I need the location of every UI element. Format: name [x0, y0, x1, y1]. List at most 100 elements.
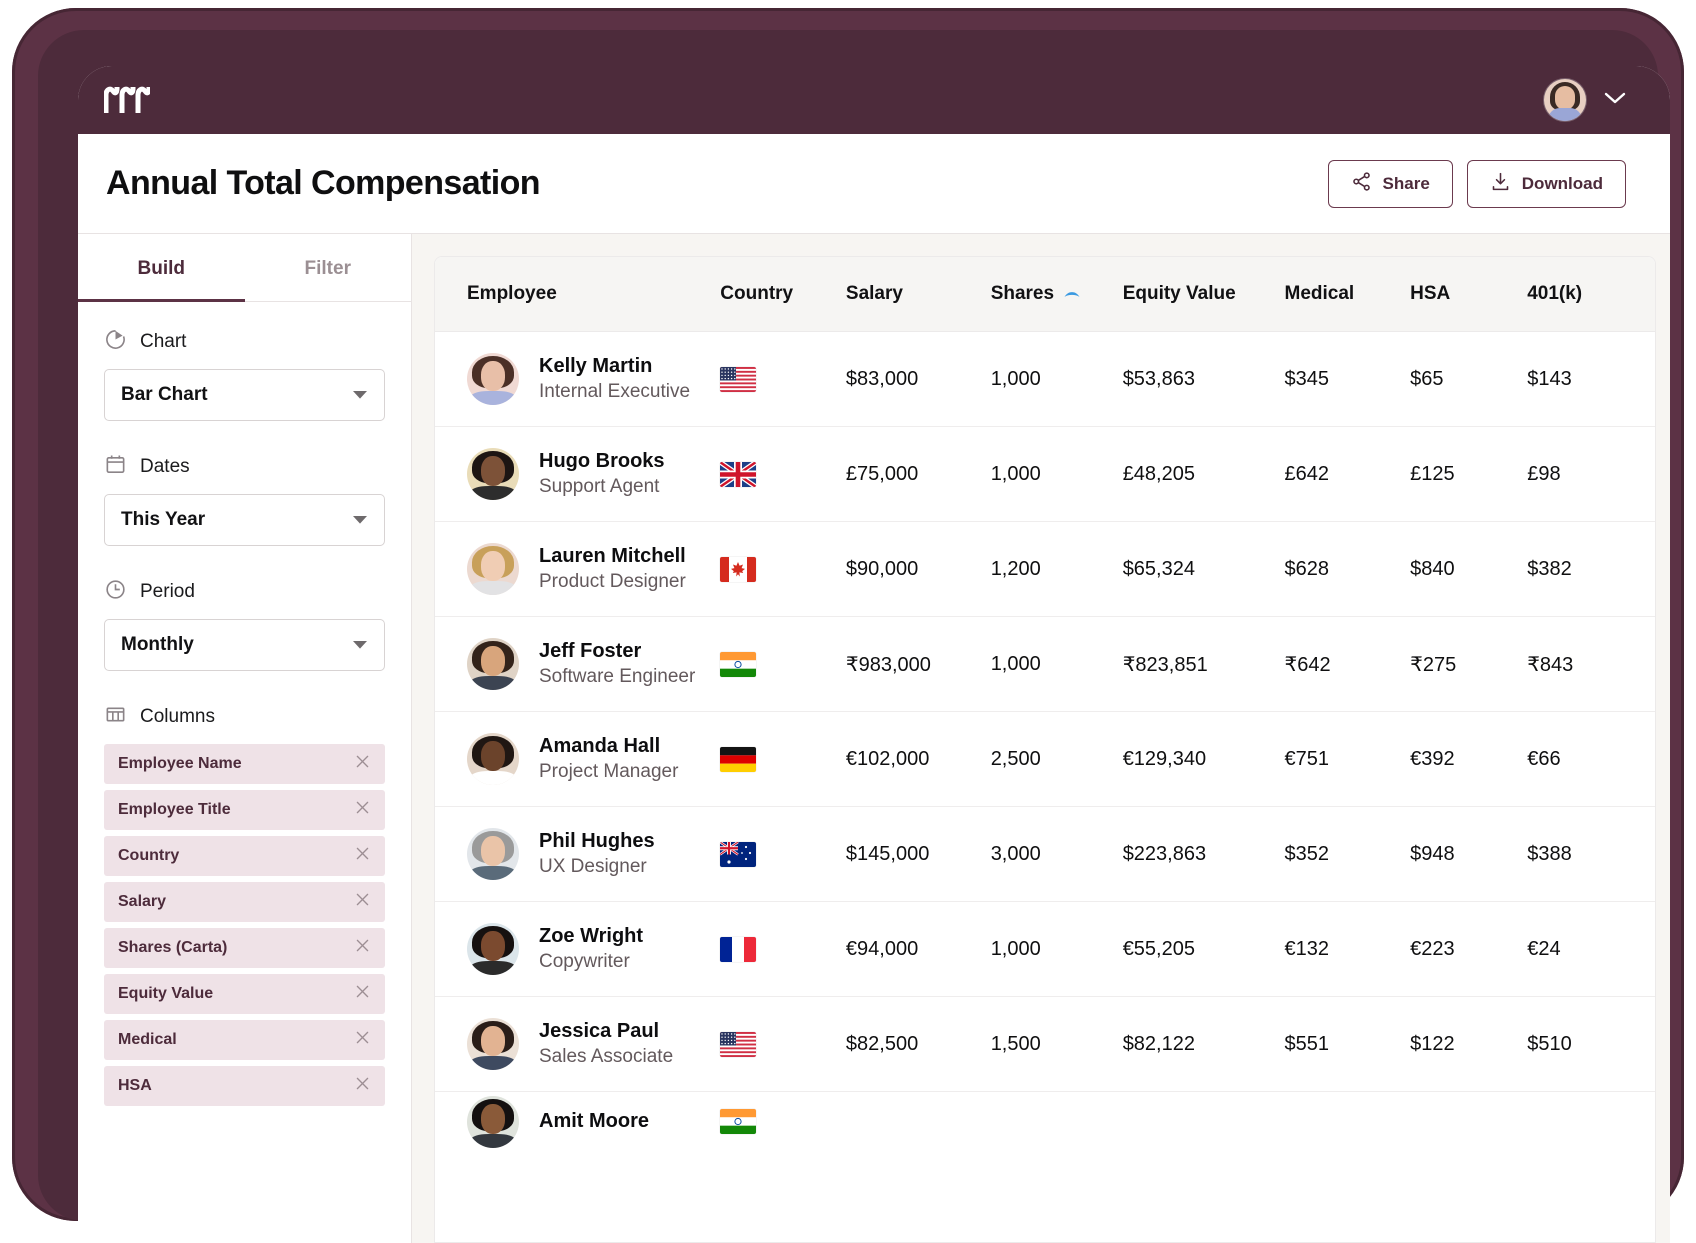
employee-name: Amanda Hall: [539, 735, 661, 758]
employee-name: Jessica Paul: [539, 1020, 660, 1043]
period-select[interactable]: Monthly: [104, 619, 385, 671]
avatar: [467, 448, 519, 500]
employee-cell: Jeff Foster Software Engineer: [435, 616, 721, 712]
column-chip-label: Country: [118, 847, 180, 864]
avatar[interactable]: [1544, 79, 1586, 121]
401k-cell: $382: [1527, 521, 1655, 617]
rippling-logo[interactable]: [104, 85, 150, 115]
table-column-header[interactable]: Equity Value: [1122, 257, 1285, 332]
table-column-header[interactable]: Salary: [845, 257, 991, 332]
column-chip-label: Employee Name: [118, 755, 242, 772]
device-screen: Annual Total Compensation Share Download…: [78, 66, 1670, 1243]
chart-label: Chart: [140, 331, 187, 352]
dates-select[interactable]: This Year: [104, 494, 385, 546]
share-button[interactable]: Share: [1327, 159, 1453, 208]
tab-build[interactable]: Build: [78, 234, 245, 302]
column-chip-label: Equity Value: [118, 985, 214, 1002]
country-flag-icon: [720, 746, 846, 772]
table-column-header[interactable]: Country: [720, 257, 846, 332]
country-flag-icon: [720, 1109, 846, 1135]
column-chip[interactable]: HSA: [104, 1066, 385, 1106]
column-chip[interactable]: Country: [104, 836, 385, 876]
table-row[interactable]: Hugo Brooks Support Agent £75,000 1,000 …: [435, 426, 1655, 522]
column-chip-label: Medical: [118, 1031, 177, 1048]
employee-name: Kelly Martin: [539, 355, 653, 378]
equity-value-cell: $82,122: [1122, 996, 1285, 1092]
table-row[interactable]: Jeff Foster Software Engineer ₹983,000 1…: [435, 616, 1655, 712]
employee-cell: Phil Hughes UX Designer: [435, 806, 721, 902]
column-chip[interactable]: Employee Title: [104, 790, 385, 830]
medical-cell: £642: [1284, 426, 1411, 522]
medical-cell: $352: [1284, 806, 1411, 902]
table-row[interactable]: Jessica Paul Sales Associate $82,500 1,5…: [435, 996, 1655, 1092]
country-cell: [720, 616, 846, 712]
close-icon[interactable]: [354, 983, 371, 1005]
medical-cell: $345: [1284, 331, 1411, 427]
share-button-label: Share: [1382, 173, 1430, 193]
close-icon[interactable]: [354, 845, 371, 867]
salary-cell: £75,000: [845, 426, 991, 522]
avatar: [467, 638, 519, 690]
page-title: Annual Total Compensation: [106, 164, 541, 202]
table-column-header[interactable]: HSA: [1410, 257, 1528, 332]
tab-filter[interactable]: Filter: [245, 234, 412, 302]
close-icon[interactable]: [354, 937, 371, 959]
country-cell: [720, 901, 846, 997]
sort-ascending-icon[interactable]: [1063, 283, 1081, 305]
table-row[interactable]: Lauren Mitchell Product Designer $90,000…: [435, 521, 1655, 617]
avatar: [467, 353, 519, 405]
401k-cell: £98: [1527, 426, 1655, 522]
hsa-cell: £125: [1410, 426, 1528, 522]
avatar: [467, 1095, 519, 1148]
table-header-row: Employee Country Salary Shares Equity Value M…: [435, 257, 1655, 332]
hsa-cell: $948: [1410, 806, 1528, 902]
download-button[interactable]: Download: [1466, 159, 1626, 208]
table-column-header[interactable]: Employee: [435, 257, 721, 332]
table-column-header-label: Medical: [1284, 283, 1355, 304]
chevron-down-icon: [352, 384, 368, 406]
dates-label: Dates: [140, 456, 190, 477]
app-body: Build Filter Chart Bar Chart Dates This …: [78, 234, 1670, 1243]
table-row[interactable]: Phil Hughes UX Designer $145,000 3,000 $…: [435, 806, 1655, 902]
column-chip[interactable]: Equity Value: [104, 974, 385, 1014]
close-icon[interactable]: [354, 1075, 371, 1097]
table-row[interactable]: Kelly Martin Internal Executive $83,000 …: [435, 331, 1655, 427]
table-column-header[interactable]: Medical: [1284, 257, 1411, 332]
close-icon[interactable]: [354, 799, 371, 821]
table-column-header[interactable]: 401(k): [1527, 257, 1655, 332]
401k-cell: [1527, 1092, 1655, 1152]
close-icon[interactable]: [354, 753, 371, 775]
table-body: Kelly Martin Internal Executive $83,000 …: [435, 331, 1655, 1152]
close-icon[interactable]: [354, 1029, 371, 1051]
table-column-header[interactable]: Shares: [990, 257, 1123, 332]
avatar: [467, 923, 519, 975]
column-chip[interactable]: Shares (Carta): [104, 928, 385, 968]
sidebar-tabs: Build Filter: [78, 234, 411, 302]
hsa-cell: [1410, 1092, 1527, 1152]
table-row[interactable]: Amanda Hall Project Manager €102,000 2,5…: [435, 711, 1655, 807]
column-chip[interactable]: Medical: [104, 1020, 385, 1060]
401k-cell: €24: [1527, 901, 1655, 997]
employee-cell: Amanda Hall Project Manager: [435, 711, 721, 807]
column-chip[interactable]: Employee Name: [104, 744, 385, 784]
table-column-header-label: HSA: [1410, 283, 1451, 304]
chevron-down-icon[interactable]: [1604, 91, 1626, 110]
compensation-table: Employee Country Salary Shares Equity Value M…: [435, 257, 1655, 1152]
401k-cell: $388: [1527, 806, 1655, 902]
topbar-user-menu[interactable]: [1544, 79, 1626, 121]
column-chip[interactable]: Salary: [104, 882, 385, 922]
salary-cell: $82,500: [845, 996, 991, 1092]
employee-cell: Amit Moore: [435, 1092, 720, 1152]
page-header: Annual Total Compensation Share Download: [78, 134, 1670, 234]
medical-cell: [1285, 1092, 1411, 1152]
equity-value-cell: €55,205: [1122, 901, 1285, 997]
shares-cell: 3,000: [990, 806, 1123, 902]
chart-type-select[interactable]: Bar Chart: [104, 369, 385, 421]
table-row[interactable]: Amit Moore: [435, 1092, 1655, 1152]
401k-cell: $510: [1527, 996, 1655, 1092]
close-icon[interactable]: [354, 891, 371, 913]
country-flag-icon: [720, 841, 846, 867]
shares-cell: 1,500: [990, 996, 1123, 1092]
table-row[interactable]: Zoe Wright Copywriter €94,000 1,000 €55,…: [435, 901, 1655, 997]
employee-title: Copywriter: [539, 950, 630, 972]
